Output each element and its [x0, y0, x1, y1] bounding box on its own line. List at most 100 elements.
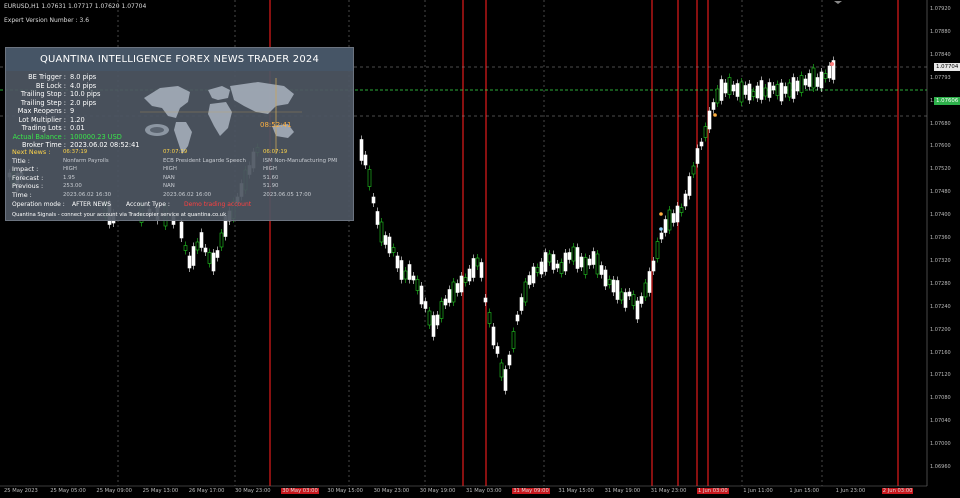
- setting-value: 1.20: [70, 115, 85, 124]
- candle-body: [515, 314, 520, 322]
- candle-body: [543, 252, 548, 272]
- candle-body: [539, 261, 544, 275]
- candle-body: [723, 82, 728, 94]
- candle-body: [211, 252, 216, 272]
- price-tick: 1.07880: [930, 28, 951, 35]
- candle-body: [643, 282, 648, 298]
- time-tick: 25 May 2023: [4, 488, 38, 494]
- candle-body: [675, 205, 680, 223]
- news-cell: 07:07:19: [163, 149, 188, 155]
- news-cell: 2023.06.02 16:30: [63, 191, 112, 198]
- news-event-lines: [269, 0, 899, 486]
- candle-body: [815, 77, 820, 87]
- candle-body: [591, 251, 596, 265]
- candle-body: [679, 207, 684, 213]
- time-tick: 1 Jun 15:00: [789, 488, 820, 494]
- news-cell: 2023.06.02 16:00: [163, 191, 212, 198]
- candle-body: [803, 78, 808, 86]
- setting-value: 4.0 pips: [70, 81, 97, 90]
- candle-body: [823, 73, 828, 79]
- candle-body: [691, 165, 696, 175]
- price-tick: 1.07600: [930, 143, 951, 150]
- candle-body: [759, 80, 764, 100]
- price-tick: 1.07120: [930, 372, 951, 379]
- news-cell: 51.60: [263, 174, 279, 181]
- setting-value: 8.0 pips: [70, 73, 97, 81]
- candle-body: [547, 253, 552, 263]
- candle-body: [627, 291, 632, 297]
- candle-body: [467, 268, 472, 282]
- chart-shift-icon[interactable]: [834, 1, 842, 4]
- news-cell: 51.90: [263, 183, 279, 189]
- candle-body: [527, 275, 532, 285]
- price-tick: 1.07200: [930, 326, 951, 333]
- price-tick: 1.07080: [930, 395, 951, 402]
- logo-icon: [145, 124, 169, 136]
- price-tick: 1.07000: [930, 441, 951, 448]
- candle-body: [471, 258, 476, 278]
- map-time: 08:52:41: [260, 121, 292, 129]
- candle-body: [587, 258, 592, 266]
- setting-value: 10.0 pips: [70, 90, 101, 98]
- candle-body: [703, 126, 708, 138]
- candle-body: [511, 331, 516, 349]
- candle-body: [599, 265, 604, 275]
- news-cell: Nonfarm Payrolls: [63, 157, 109, 164]
- candle-body: [623, 292, 628, 308]
- news-cell: HIGH: [263, 166, 277, 172]
- candle-body: [603, 269, 608, 287]
- price-tick: 1.07240: [930, 303, 951, 310]
- candle-body: [651, 260, 656, 272]
- candle-body: [551, 254, 556, 270]
- candle-body: [179, 221, 184, 239]
- candle-body: [455, 283, 460, 293]
- panel-footer: Quantina Signals - connect your account …: [12, 212, 227, 218]
- setting-label: Lot Multiplier :: [18, 115, 66, 124]
- candle-body: [495, 346, 500, 354]
- candle-body: [391, 247, 396, 253]
- candle-body: [615, 280, 620, 300]
- candle-body: [403, 270, 408, 280]
- symbol-info: EURUSD,H1 1.07631 1.07717 1.07620 1.0770…: [4, 3, 147, 10]
- candle-body: [183, 245, 188, 251]
- time-tick: 1 Jun 23:00: [835, 488, 866, 494]
- news-row-label: Time :: [12, 190, 32, 199]
- price-tick: 1.07360: [930, 235, 951, 241]
- time-tick-event: 30 May 03:00: [281, 488, 319, 494]
- candle-body: [635, 300, 640, 320]
- candle-body: [791, 77, 796, 99]
- expert-version: Expert Version Number : 3.6: [4, 17, 90, 24]
- candle-body: [763, 87, 768, 97]
- candle-body: [559, 262, 564, 274]
- mode-value: AFTER NEWS: [72, 201, 112, 208]
- candle-body: [399, 260, 404, 280]
- news-cell: ECB President Lagarde Speech: [163, 157, 246, 164]
- news-cell: 253.00: [63, 183, 82, 189]
- price-tick: 1.07793: [930, 74, 951, 81]
- candle-body: [695, 148, 700, 164]
- candle-body: [707, 110, 712, 130]
- candle-body: [735, 83, 740, 97]
- candle-body: [407, 264, 412, 280]
- candle-body: [479, 262, 484, 278]
- candle-body: [475, 257, 480, 267]
- price-tick: 1.07920: [930, 6, 951, 12]
- news-cell: 2023.06.05 17:00: [263, 191, 312, 198]
- current-price-label: 1.07704: [934, 63, 960, 71]
- time-tick: 25 May 13:00: [142, 488, 179, 494]
- candle-body: [387, 236, 392, 254]
- price-tick: 1.07320: [930, 257, 951, 264]
- time-tick: 30 May 19:00: [419, 488, 456, 494]
- time-tick: 31 May 15:00: [558, 488, 594, 494]
- candle-body: [631, 294, 636, 306]
- candle-body: [451, 281, 456, 303]
- candle-body: [799, 75, 804, 93]
- candle-body: [583, 257, 588, 275]
- candle-body: [555, 263, 560, 269]
- price-tick: 1.07400: [930, 212, 951, 219]
- time-tick: 26 May 17:00: [188, 488, 225, 494]
- candle-body: [571, 246, 576, 262]
- candle-body: [607, 279, 612, 285]
- setting-value: 0.01: [70, 124, 85, 132]
- candle-body: [807, 73, 812, 87]
